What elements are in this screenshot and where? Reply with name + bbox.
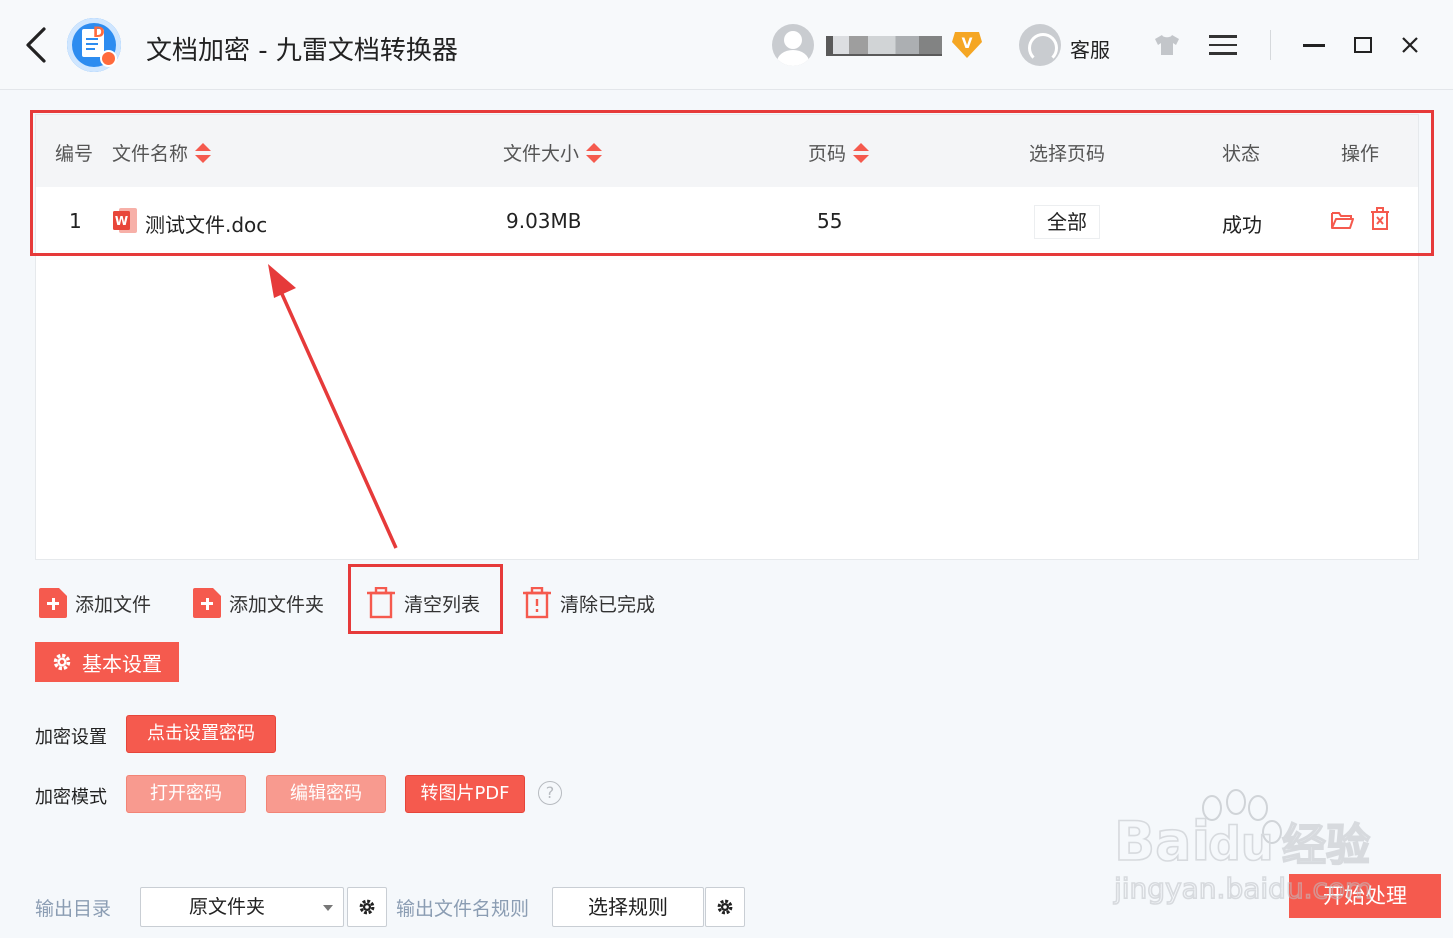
header-filename-label: 文件名称 <box>112 143 189 165</box>
sort-icon[interactable] <box>852 142 870 164</box>
set-password-button[interactable]: 点击设置密码 <box>126 715 276 753</box>
mode-edit-password-button[interactable]: 编辑密码 <box>266 775 386 813</box>
menu-icon[interactable] <box>1209 35 1237 55</box>
cell-index: 1 <box>69 209 82 233</box>
svg-text:Bai: Bai <box>1114 810 1210 873</box>
cell-filesize: 9.03MB <box>506 209 582 233</box>
annotation-arrow <box>268 264 398 549</box>
cell-filename: 测试文件.doc <box>145 213 268 237</box>
output-dir-value: 原文件夹 <box>189 896 266 918</box>
back-arrow-icon[interactable] <box>22 26 52 64</box>
add-file-icon <box>39 588 67 618</box>
header-filename[interactable]: 文件名称 <box>112 139 212 166</box>
output-dir-select[interactable]: 原文件夹 <box>140 887 344 927</box>
customer-service-label[interactable]: 客服 <box>1070 34 1110 63</box>
delete-icon[interactable] <box>1369 207 1391 231</box>
vip-badge-icon[interactable]: V <box>951 30 983 60</box>
cell-pages: 55 <box>817 209 843 233</box>
basic-settings-tab[interactable]: 基本设置 <box>35 642 179 682</box>
table-header: 编号 文件名称 文件大小 页码 选择页码 状态 操作 <box>36 115 1418 187</box>
customer-service-icon[interactable] <box>1019 24 1061 66</box>
header-status: 状态 <box>1222 143 1261 165</box>
start-processing-button[interactable]: 开始处理 <box>1289 874 1441 918</box>
basic-settings-label: 基本设置 <box>82 651 162 676</box>
encrypt-settings-label: 加密设置 <box>35 727 107 748</box>
add-folder-label: 添加文件夹 <box>229 593 325 616</box>
svg-text:du: du <box>1208 817 1274 871</box>
add-file-button[interactable]: 添加文件 <box>39 586 151 620</box>
header-actions: 操作 <box>1341 143 1380 165</box>
header-select-pages: 选择页码 <box>1029 143 1106 165</box>
svg-text:W: W <box>115 214 128 228</box>
gear-icon <box>53 653 71 671</box>
close-icon[interactable] <box>1399 34 1421 56</box>
gear-icon <box>359 899 375 915</box>
table-row[interactable]: 1 W 测试文件.doc 9.03MB 55 全部 成功 <box>36 187 1418 255</box>
skin-shirt-icon[interactable] <box>1153 33 1181 57</box>
titlebar-divider <box>1270 30 1271 60</box>
user-name-redacted[interactable] <box>826 36 942 56</box>
output-dir-settings-button[interactable] <box>347 887 387 927</box>
svg-text:经验: 经验 <box>1282 820 1370 871</box>
help-icon[interactable]: ? <box>538 781 562 805</box>
output-dir-label: 输出目录 <box>35 898 112 920</box>
add-folder-button[interactable]: 添加文件夹 <box>193 586 324 620</box>
page-range-select[interactable]: 全部 <box>1034 205 1100 239</box>
clear-completed-label: 清除已完成 <box>560 593 656 616</box>
window-title: 文档加密 - 九雷文档转换器 <box>146 36 458 66</box>
maximize-icon[interactable] <box>1354 37 1372 53</box>
clear-list-label: 清空列表 <box>404 593 481 616</box>
add-folder-icon <box>193 588 221 618</box>
mode-image-pdf-button[interactable]: 转图片PDF <box>405 775 525 813</box>
trash-list-icon <box>523 587 551 619</box>
header-index: 编号 <box>55 143 94 165</box>
name-rule-settings-button[interactable] <box>705 887 745 927</box>
open-folder-icon[interactable] <box>1330 209 1354 231</box>
header-pages-label: 页码 <box>808 143 847 165</box>
cell-status: 成功 <box>1222 213 1262 237</box>
header-filesize[interactable]: 文件大小 <box>503 139 603 166</box>
minimize-icon[interactable] <box>1303 44 1325 47</box>
choose-rule-button[interactable]: 选择规则 <box>552 887 704 927</box>
output-name-rule-label: 输出文件名规则 <box>396 898 530 920</box>
encrypt-mode-label: 加密模式 <box>35 787 107 808</box>
sort-icon[interactable] <box>585 142 603 164</box>
word-file-icon: W <box>113 208 137 233</box>
clear-completed-button[interactable]: 清除已完成 <box>522 586 655 620</box>
header-pages[interactable]: 页码 <box>808 139 870 166</box>
sort-icon[interactable] <box>194 142 212 164</box>
user-avatar[interactable] <box>772 24 814 66</box>
header-filesize-label: 文件大小 <box>503 143 580 165</box>
gear-icon <box>717 899 733 915</box>
chevron-down-icon <box>323 905 333 911</box>
file-list-panel: 编号 文件名称 文件大小 页码 选择页码 状态 操作 1 W 测试文件.doc … <box>35 114 1419 560</box>
mode-open-password-button[interactable]: 打开密码 <box>126 775 246 813</box>
clear-list-button[interactable]: 清空列表 <box>366 586 480 620</box>
app-logo: D <box>67 18 121 72</box>
title-bar: D 文档加密 - 九雷文档转换器 V 客服 <box>0 0 1453 90</box>
trash-icon <box>367 587 395 619</box>
add-file-label: 添加文件 <box>75 593 152 616</box>
svg-text:V: V <box>962 36 973 52</box>
